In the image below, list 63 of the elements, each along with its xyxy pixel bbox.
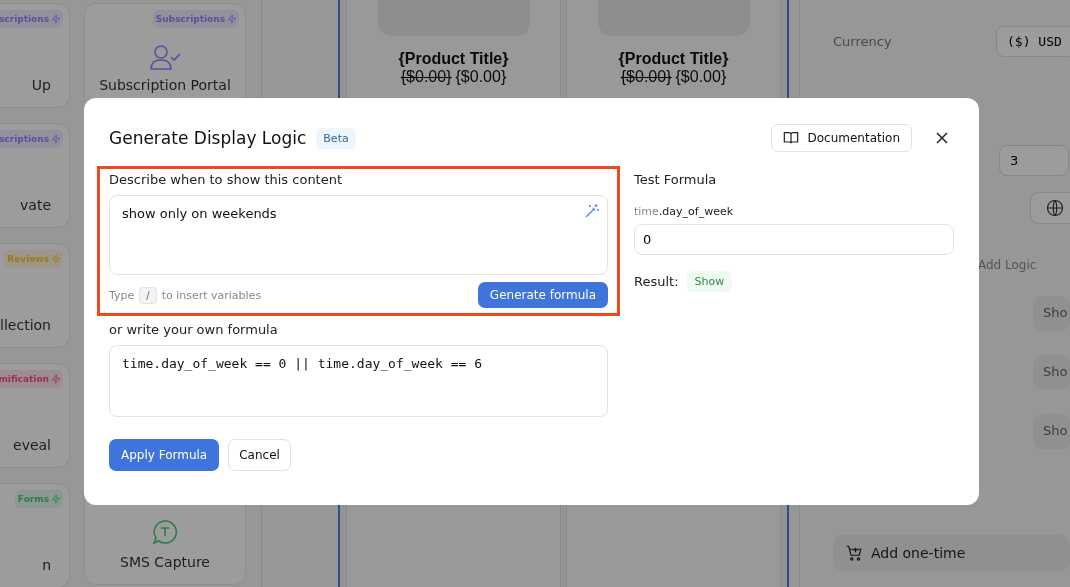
show-button[interactable]: Sho — [1033, 296, 1070, 331]
add-one-time-button[interactable]: Add one-time — [833, 535, 1070, 571]
beta-badge: Beta — [316, 127, 356, 149]
category-tag: scriptions — [0, 10, 63, 28]
category-tag: Forms — [14, 490, 63, 508]
book-icon — [783, 131, 800, 145]
close-icon — [936, 132, 948, 144]
product-title: {Product Title} — [618, 50, 729, 68]
cart-icon — [845, 544, 863, 562]
describe-label: Describe when to show this content — [109, 172, 344, 187]
widget-title: eveal — [13, 437, 51, 453]
formula-label: or write your own formula — [109, 322, 279, 337]
show-button[interactable]: Sho — [1033, 414, 1070, 449]
documentation-button[interactable]: Documentation — [771, 124, 912, 152]
product-title: {Product Title} — [398, 50, 509, 68]
bolt-icon — [51, 253, 61, 265]
widget-title: Up — [31, 77, 51, 93]
widget-card[interactable]: scriptions vate — [0, 123, 70, 228]
widget-card[interactable]: Forms n — [0, 483, 70, 587]
old-price: {$0.00} — [400, 68, 452, 86]
generate-formula-button[interactable]: Generate formula — [477, 282, 608, 308]
category-tag: scriptions — [0, 130, 63, 148]
old-price: {$0.00} — [620, 68, 672, 86]
category-tag: Reviews — [4, 250, 63, 268]
apply-formula-button[interactable]: Apply Formula — [109, 439, 220, 471]
category-tag: Subscriptions — [152, 10, 239, 28]
bolt-icon — [51, 373, 61, 385]
cancel-button[interactable]: Cancel — [228, 439, 291, 471]
dialog-title: Generate Display Logic — [109, 128, 307, 148]
bolt-icon — [227, 13, 237, 25]
widget-card[interactable]: Reviews llection — [0, 243, 70, 348]
widget-title: vate — [20, 197, 51, 213]
widget-title: SMS Capture — [120, 554, 210, 570]
widget-card[interactable]: mification eveal — [0, 363, 70, 468]
price: {$0.00} — [455, 68, 507, 86]
variable-label: time.day_of_week — [634, 205, 735, 218]
description-field[interactable]: show only on weekends — [109, 195, 608, 275]
widget-title: Subscription Portal — [99, 77, 231, 93]
user-check-icon — [149, 44, 181, 70]
result-badge: Show — [686, 271, 733, 292]
widget-card[interactable]: scriptions Up — [0, 3, 70, 108]
language-button[interactable] — [1030, 192, 1070, 224]
hint-text: Type — [109, 288, 135, 302]
currency-label: Currency — [833, 34, 892, 49]
bolt-icon — [51, 133, 61, 145]
magic-wand-icon[interactable] — [584, 203, 600, 219]
bolt-icon — [51, 493, 61, 505]
show-button[interactable]: Sho — [1033, 355, 1070, 390]
bolt-icon — [51, 13, 61, 25]
widget-title: llection — [0, 317, 51, 333]
widget-title: n — [42, 557, 51, 573]
formula-field[interactable]: time.day_of_week == 0 || time.day_of_week == 6 — [109, 345, 608, 417]
price: {$0.00} — [675, 68, 727, 86]
currency-select[interactable]: ($) USD — [996, 26, 1070, 57]
key-chip: / — [139, 286, 157, 304]
test-value-field[interactable]: 0 — [634, 224, 954, 255]
globe-icon — [1046, 199, 1064, 217]
hint-text: to insert variables — [161, 288, 262, 302]
chat-icon — [152, 519, 178, 545]
test-formula-title: Test Formula — [634, 172, 718, 187]
result-label: Result: — [634, 274, 679, 289]
quantity-field[interactable]: 3 — [999, 145, 1069, 176]
category-tag: mification — [0, 370, 63, 388]
